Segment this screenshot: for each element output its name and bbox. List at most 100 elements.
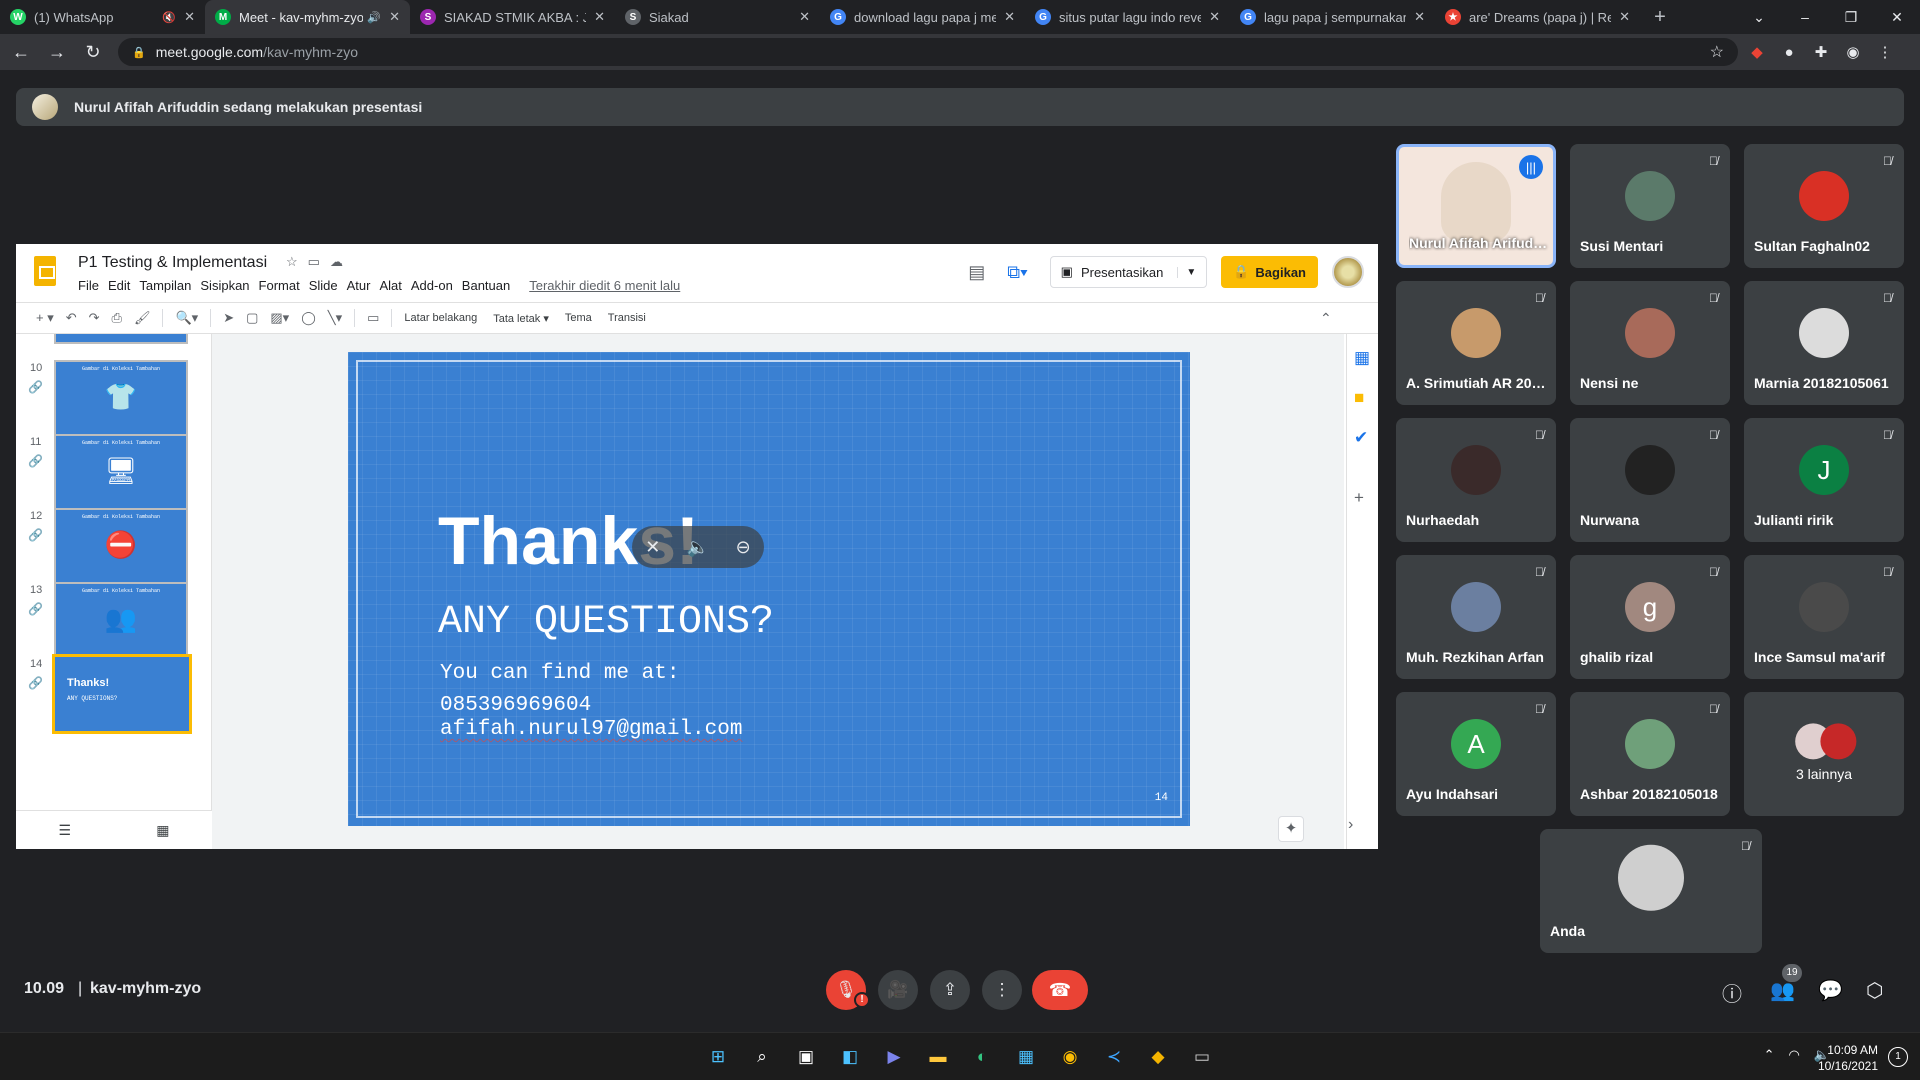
- teams-chat-icon[interactable]: ▶: [880, 1043, 908, 1071]
- forward-button[interactable]: →: [42, 42, 72, 63]
- share-button[interactable]: 🔒 Bagikan: [1221, 256, 1318, 288]
- redo-icon[interactable]: ↷: [89, 310, 100, 326]
- browser-tab[interactable]: ★ are' Dreams (papa j) | Reve ✕: [1435, 0, 1640, 34]
- search-icon[interactable]: ⌕: [748, 1043, 776, 1071]
- undo-icon[interactable]: ↶: [66, 310, 77, 326]
- menu-item-slide[interactable]: Slide: [309, 278, 338, 293]
- browser-tab[interactable]: Glagu papa j sempurnakan l ✕: [1230, 0, 1435, 34]
- participant-tile[interactable]: 🎙̸ A. Srimutiah AR 2018: [1396, 281, 1556, 405]
- widgets-icon[interactable]: ◧: [836, 1043, 864, 1071]
- tab-audio-icon[interactable]: 🔇: [162, 11, 176, 24]
- menu-item-tampilan[interactable]: Tampilan: [139, 278, 191, 293]
- present-button[interactable]: ▣ Presentasikan ▼: [1049, 256, 1208, 288]
- wifi-icon[interactable]: ◠: [1788, 1047, 1799, 1063]
- reload-button[interactable]: ↻: [78, 42, 108, 63]
- participant-tile[interactable]: 3 lainnya: [1744, 692, 1904, 816]
- zoom-icon[interactable]: 🔍▾: [175, 310, 198, 326]
- folder-icon[interactable]: ▭: [308, 254, 330, 269]
- shape-icon[interactable]: ◯: [301, 310, 316, 326]
- start-icon[interactable]: ⊞: [704, 1043, 732, 1071]
- tab-close-icon[interactable]: ✕: [799, 9, 810, 25]
- participant-tile[interactable]: ||| Nurul Afifah Arifuddin: [1396, 144, 1556, 268]
- tab-close-icon[interactable]: ✕: [1414, 9, 1425, 25]
- camera-button[interactable]: 🎥: [878, 970, 918, 1010]
- explore-icon[interactable]: ✦: [1278, 816, 1304, 842]
- app-icon[interactable]: ◆: [1144, 1043, 1172, 1071]
- theme-button[interactable]: Tema: [565, 312, 592, 324]
- chrome-icon[interactable]: ◉: [1056, 1043, 1084, 1071]
- last-edit-link[interactable]: Terakhir diedit 6 menit lalu: [529, 278, 680, 293]
- chevron-up-icon[interactable]: ⌃: [1764, 1047, 1775, 1063]
- participant-tile[interactable]: 🎙̸ g ghalib rizal: [1570, 555, 1730, 679]
- browser-tab[interactable]: M Meet - kav-myhm-zyo 🔊 ✕: [205, 0, 410, 34]
- transition-button[interactable]: Transisi: [608, 312, 646, 324]
- participant-tile[interactable]: 🎙̸ Sultan Faghaln02: [1744, 144, 1904, 268]
- participant-tile[interactable]: 🎙̸ Ashbar 20182105018: [1570, 692, 1730, 816]
- tab-close-icon[interactable]: ✕: [184, 9, 195, 25]
- star-icon[interactable]: ☆: [286, 254, 308, 269]
- comment-add-icon[interactable]: ▭: [367, 310, 379, 326]
- tab-close-icon[interactable]: ✕: [1619, 9, 1630, 25]
- participant-tile[interactable]: 🎙̸ Nurhaedah: [1396, 418, 1556, 542]
- system-clock[interactable]: 10:09 AM 10/16/2021: [1818, 1042, 1878, 1074]
- profile-avatar[interactable]: ◉: [1840, 39, 1866, 65]
- tab-close-icon[interactable]: ✕: [389, 9, 400, 25]
- background-button[interactable]: Latar belakang: [404, 312, 477, 324]
- tab-close-icon[interactable]: ✕: [1209, 9, 1220, 25]
- restore-button[interactable]: ❐: [1828, 9, 1874, 26]
- participant-tile[interactable]: 🎙̸ A Ayu Indahsari: [1396, 692, 1556, 816]
- participant-tile[interactable]: 🎙̸ Anda: [1540, 829, 1762, 953]
- menu-item-atur[interactable]: Atur: [347, 278, 371, 293]
- pin-off-icon[interactable]: ✕: [645, 537, 660, 558]
- chat-icon[interactable]: 💬: [1818, 978, 1843, 1003]
- cloud-icon[interactable]: ☁: [330, 254, 353, 269]
- collapse-menus-icon[interactable]: ⌃: [1320, 310, 1332, 327]
- tab-close-icon[interactable]: ✕: [594, 9, 605, 25]
- browser-tab[interactable]: S Siakad ✕: [615, 0, 820, 34]
- textbox-icon[interactable]: ▢: [246, 310, 258, 326]
- menu-item-edit[interactable]: Edit: [108, 278, 130, 293]
- tab-close-icon[interactable]: ✕: [1004, 9, 1015, 25]
- browser-tab[interactable]: Gdownload lagu papa j men ✕: [820, 0, 1025, 34]
- side-panel-toggle-icon[interactable]: ›: [1348, 816, 1353, 834]
- participant-tile[interactable]: 🎙̸ Nurwana: [1570, 418, 1730, 542]
- volume-icon[interactable]: 🔈: [687, 537, 709, 558]
- back-button[interactable]: ←: [6, 42, 36, 63]
- paint-format-icon[interactable]: 🖌: [134, 310, 151, 326]
- menu-item-addon[interactable]: Add-on: [411, 278, 453, 293]
- file-explorer-icon[interactable]: ▬: [924, 1043, 952, 1071]
- close-window-button[interactable]: ✕: [1874, 9, 1920, 26]
- leave-call-button[interactable]: ☎: [1032, 970, 1088, 1010]
- present-dropdown-icon[interactable]: ▼: [1177, 266, 1196, 278]
- minimize-button[interactable]: –: [1782, 9, 1828, 25]
- calendar-icon[interactable]: ▦: [1354, 348, 1370, 368]
- participant-tile[interactable]: 🎙̸ Nensi ne: [1570, 281, 1730, 405]
- new-tab-button[interactable]: +: [1640, 6, 1680, 29]
- url-bar[interactable]: 🔒 meet.google.com /kav-myhm-zyo ☆: [118, 38, 1738, 66]
- present-now-button[interactable]: ⇪: [930, 970, 970, 1010]
- minimize-presentation-icon[interactable]: ⊖: [736, 537, 751, 558]
- slide-thumbnail-selected[interactable]: Thanks! ANY QUESTIONS?: [52, 654, 192, 734]
- meet-share-icon[interactable]: ⧉▾: [1007, 262, 1027, 283]
- select-icon[interactable]: ➤: [223, 310, 234, 326]
- comment-icon[interactable]: ▤: [968, 262, 985, 283]
- participant-tile[interactable]: 🎙̸ J Julianti ririk: [1744, 418, 1904, 542]
- menu-item-bantuan[interactable]: Bantuan: [462, 278, 510, 293]
- notification-badge[interactable]: 1: [1888, 1047, 1908, 1067]
- image-icon[interactable]: ▨▾: [270, 310, 289, 326]
- browser-tab[interactable]: S SIAKAD STMIK AKBA : Jadwal ✕: [410, 0, 615, 34]
- list-view-icon[interactable]: ☰: [59, 822, 72, 839]
- slide-thumbnail[interactable]: Gambar di Koleksi Tambahan 👥: [54, 582, 188, 658]
- tab-audio-icon[interactable]: 🔊: [367, 11, 381, 24]
- participant-tile[interactable]: 🎙̸ Muh. Rezkihan Arfan: [1396, 555, 1556, 679]
- slide-thumbnail[interactable]: Gambar di Koleksi Tambahan 👕: [54, 360, 188, 436]
- tab-search-icon[interactable]: ⌄: [1736, 9, 1782, 26]
- slide-thumbnail[interactable]: Gambar di Koleksi Tambahan ⛔: [54, 508, 188, 584]
- more-options-button[interactable]: ⋮: [982, 970, 1022, 1010]
- participant-tile[interactable]: 🎙̸ Marnia 20182105061: [1744, 281, 1904, 405]
- browser-tab[interactable]: Gsitus putar lagu indo rever ✕: [1025, 0, 1230, 34]
- edge-icon[interactable]: ◐: [968, 1043, 996, 1071]
- activities-icon[interactable]: ⬡: [1866, 978, 1883, 1003]
- browser-tab[interactable]: W (1) WhatsApp 🔇 ✕: [0, 0, 205, 34]
- grid-view-icon[interactable]: ▦: [156, 822, 169, 839]
